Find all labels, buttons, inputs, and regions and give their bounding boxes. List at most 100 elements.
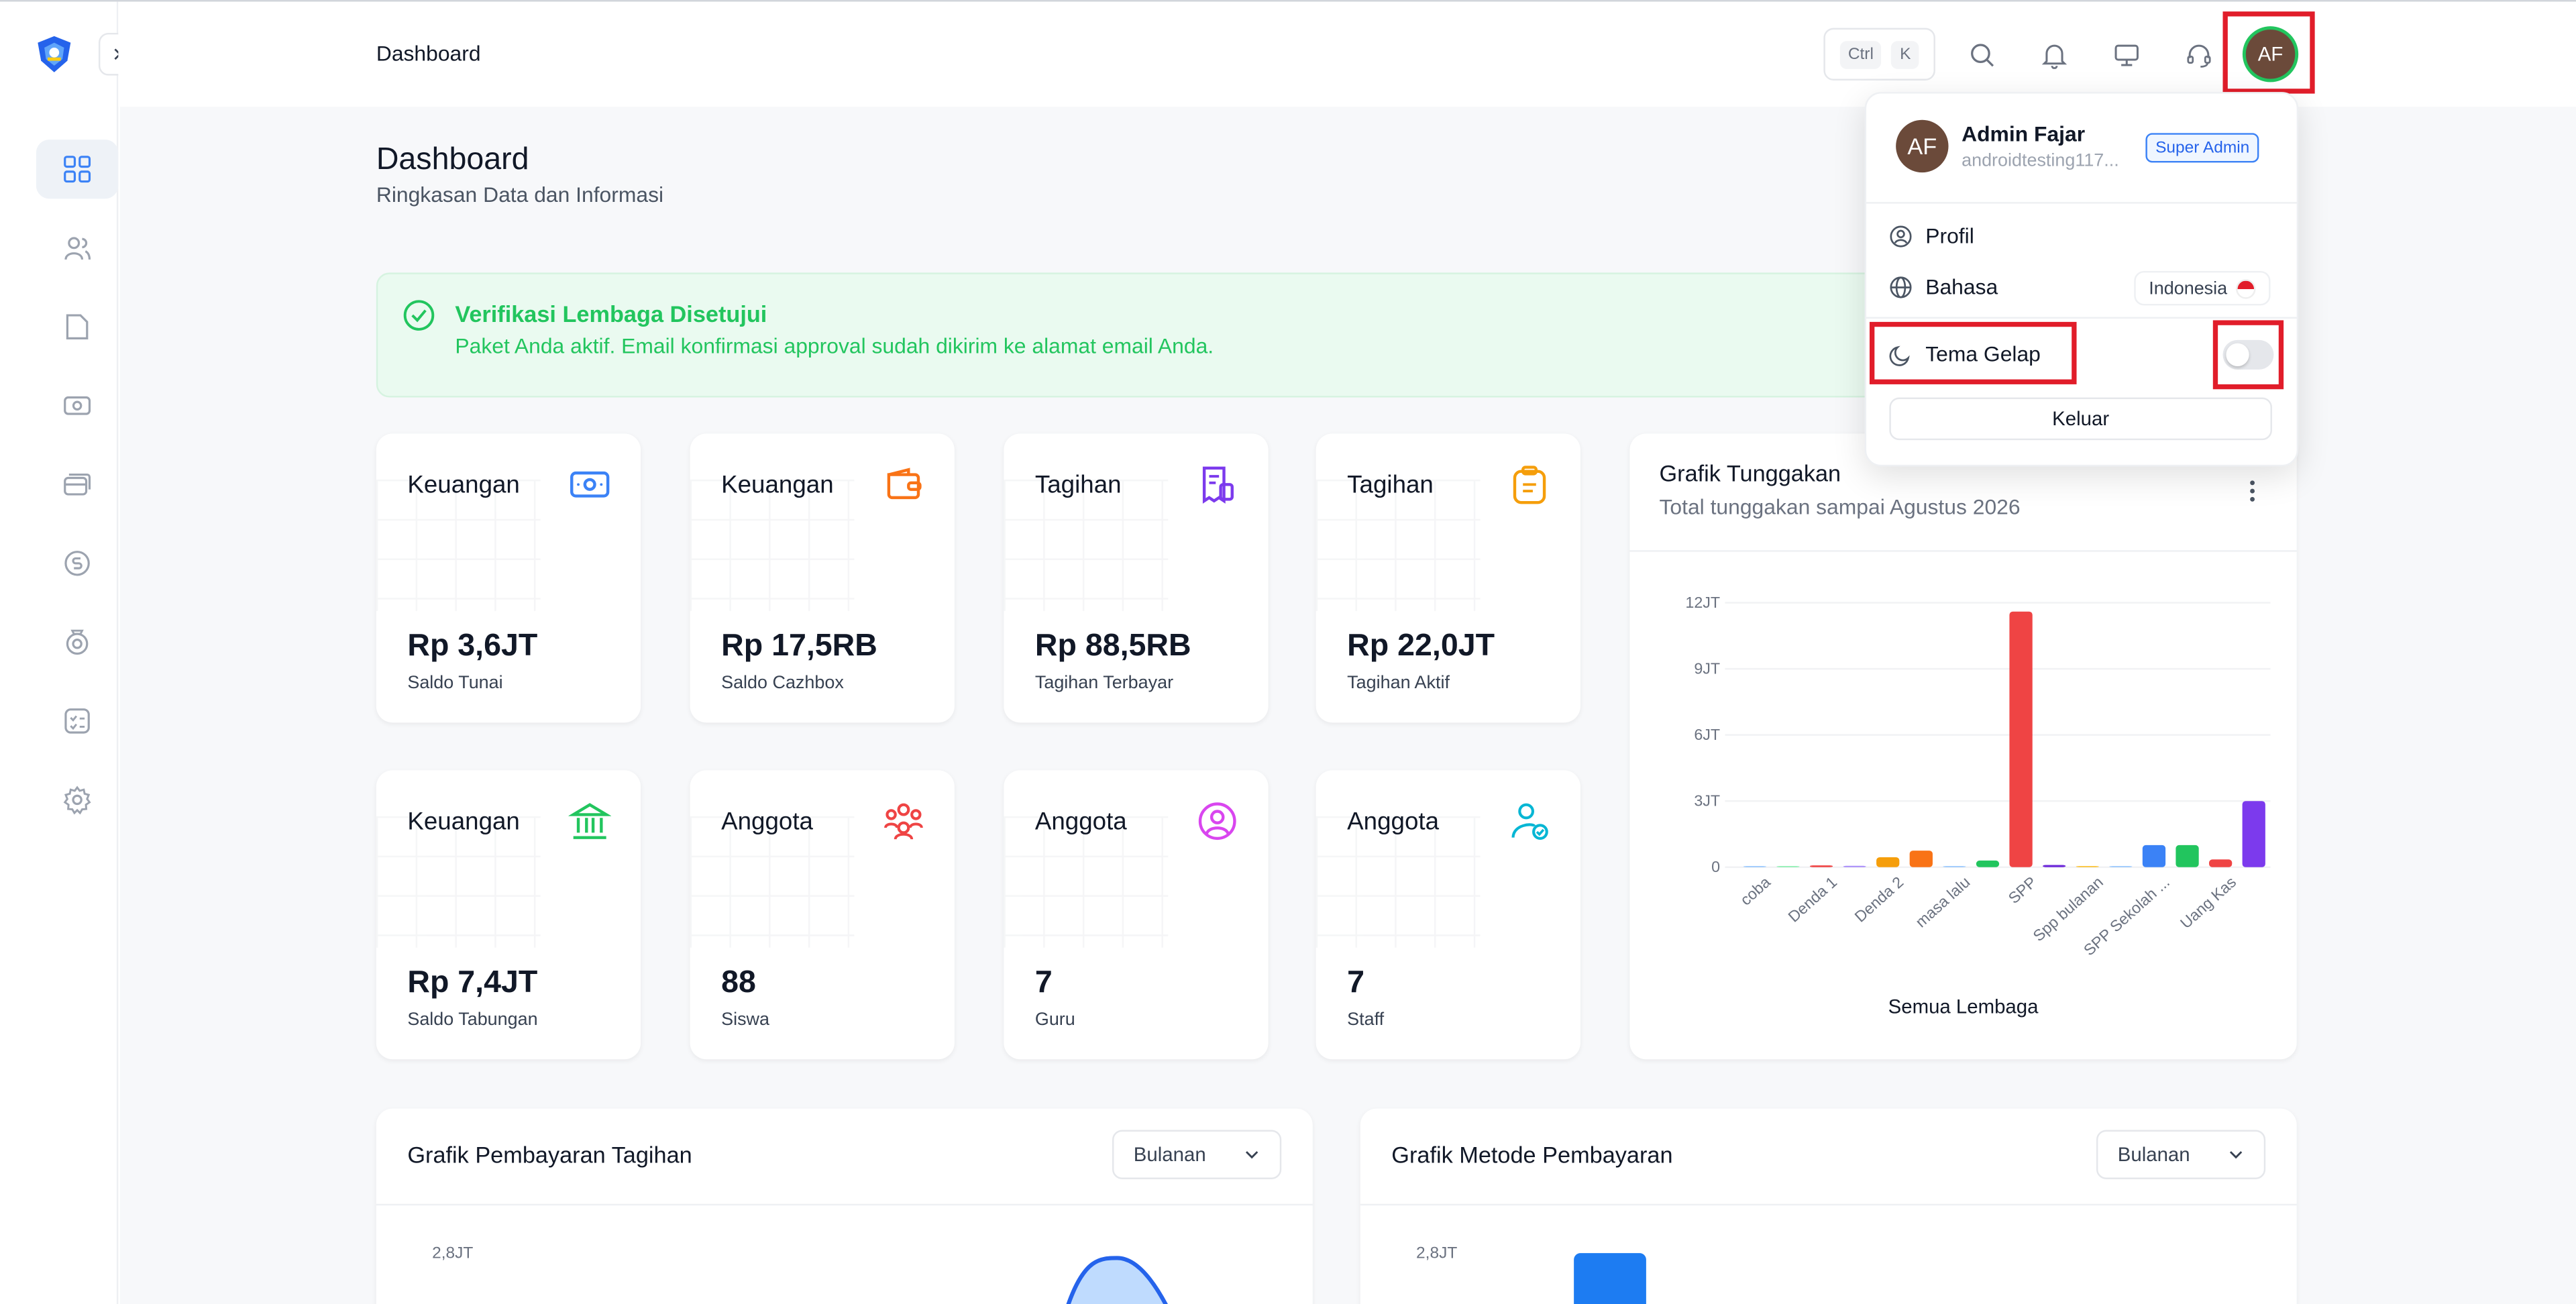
chart-bar [1876, 857, 1900, 867]
stat-card-staff[interactable]: Anggota 7 Staff [1316, 770, 1580, 1060]
page-subtitle: Ringkasan Data dan Informasi [376, 182, 664, 207]
arrears-bar-chart: 0 3JT 6JT 9JT 12JT coba Denda 1 Denda 2 masa lal… [1685, 594, 2271, 1018]
role-badge: Super Admin [2145, 133, 2260, 163]
sidebar-item-finance[interactable] [36, 376, 118, 435]
notifications-button[interactable] [2037, 38, 2070, 70]
y-tick-label: 3JT [1694, 792, 1720, 810]
header-title: Dashboard [376, 41, 481, 66]
x-tick-label: Denda 2 [1851, 873, 1907, 926]
logout-button[interactable]: Keluar [1889, 397, 2272, 441]
chart-bar [2109, 866, 2133, 867]
chart-bar [1976, 860, 2000, 867]
card-label: Anggota [1034, 808, 1127, 836]
x-tick-label: Denda 1 [1784, 873, 1840, 926]
sidebar-item-cards[interactable] [36, 455, 118, 514]
command-search-shortcut[interactable]: Ctrl K [1823, 28, 1935, 80]
card-value: Rp 3,6JT [407, 629, 538, 664]
receipt-icon [1202, 466, 1234, 504]
chart-bar [2208, 859, 2233, 867]
chart-bar [2176, 845, 2199, 867]
bell-icon [2041, 44, 2066, 68]
sidebar-item-billing[interactable] [36, 534, 118, 593]
stat-card-siswa[interactable]: Anggota 88 Siswa [690, 770, 955, 1060]
chart-bar [1776, 866, 1800, 867]
display-button[interactable] [2110, 38, 2143, 70]
card-caption: Saldo Tabungan [407, 1010, 538, 1030]
chart-bar [2009, 611, 2033, 867]
toggle-highlight [2212, 320, 2284, 390]
language-selector[interactable]: Indonesia [2134, 270, 2270, 306]
card-caption: Siswa [721, 1010, 769, 1030]
y-tick-label: 0 [1711, 858, 1720, 875]
stat-card-saldo-tabungan[interactable]: Keuangan Rp 7,4JT Saldo Tabungan [376, 770, 641, 1060]
user-check-icon [1511, 803, 1548, 840]
check-circle-icon [403, 300, 435, 331]
y-tick-label: 9JT [1694, 659, 1720, 677]
methods-period-select[interactable]: Bulanan [2096, 1130, 2266, 1179]
chart-bar [2043, 865, 2066, 867]
y-tick-label: 2,8JT [432, 1244, 474, 1263]
user-circle-icon [1198, 802, 1236, 840]
chart-bar [2142, 845, 2166, 867]
user-circle-icon [1890, 225, 1912, 248]
sidebar-item-tasks[interactable] [36, 692, 118, 751]
search-button[interactable] [1965, 38, 1998, 70]
stat-card-tagihan-aktif[interactable]: Tagihan Rp 22,0JT Tagihan Aktif [1316, 433, 1580, 723]
card-label: Keuangan [721, 471, 834, 500]
methods-bar [1574, 1253, 1646, 1304]
app-logo[interactable] [34, 34, 74, 74]
card-label: Keuangan [407, 471, 520, 500]
user-avatar-button[interactable]: AF [2245, 30, 2296, 79]
dashboard-icon [64, 156, 91, 183]
dropdown-divider [1864, 202, 2299, 204]
stat-card-saldo-cazhbox[interactable]: Keuangan Rp 17,5RB Saldo Cazhbox [690, 433, 955, 723]
menu-item-language-label: Bahasa [1925, 274, 1998, 299]
card-icon [64, 473, 91, 496]
card-value: 7 [1347, 965, 1365, 1001]
language-value: Indonesia [2149, 278, 2228, 298]
more-vertical-icon[interactable] [2238, 476, 2267, 506]
stat-card-tagihan-terbayar[interactable]: Tagihan Rp 88,5RB Tagihan Terbayar [1004, 433, 1269, 723]
y-tick-label: 2,8JT [1416, 1244, 1458, 1263]
stat-card-saldo-tunai[interactable]: Keuangan Rp 3,6JT Saldo Tunai [376, 433, 641, 723]
card-label: Anggota [721, 808, 813, 836]
payments-period-select[interactable]: Bulanan [1112, 1130, 1282, 1179]
checklist-icon [64, 708, 90, 734]
sidebar-item-settings[interactable] [36, 770, 118, 829]
chart-subtitle: Total tunggakan sampai Agustus 2026 [1659, 494, 2021, 519]
card-caption: Staff [1347, 1010, 1385, 1030]
card-value: Rp 22,0JT [1347, 629, 1495, 664]
chart-bar [1909, 851, 1933, 867]
chevron-down-icon [2229, 1151, 2243, 1159]
x-axis-label: Semua Lembaga [1888, 996, 2039, 1018]
k-key: K [1891, 40, 1919, 68]
alert-message: Paket Anda aktif. Email konfirmasi appro… [455, 333, 1214, 358]
headset-icon [2186, 44, 2210, 67]
x-tick-label: coba [1737, 873, 1774, 909]
card-caption: Tagihan Aktif [1347, 673, 1450, 694]
users-icon [64, 237, 91, 260]
chart-divider [1629, 550, 2297, 552]
support-button[interactable] [2182, 38, 2214, 70]
monitor-icon [2114, 44, 2138, 66]
chevron-down-icon [1245, 1151, 1258, 1159]
payments-area-curve [1066, 1256, 1168, 1304]
select-value: Bulanan [2117, 1143, 2190, 1166]
chart-bar [2076, 866, 2099, 867]
sidebar-item-files[interactable] [36, 297, 118, 356]
chart-title: Grafik Tunggakan [1659, 459, 1841, 486]
sidebar-item-dashboard[interactable] [36, 140, 119, 199]
finance-icon [64, 551, 90, 576]
card-value: Rp 17,5RB [721, 629, 877, 664]
stat-card-guru[interactable]: Anggota 7 Guru [1004, 770, 1269, 1060]
x-tick-label: SPP [2005, 873, 2040, 907]
ctrl-key: Ctrl [1839, 40, 1882, 68]
sidebar-item-users[interactable] [36, 219, 118, 278]
y-tick-label: 12JT [1685, 594, 1720, 611]
card-divider [376, 1203, 1313, 1206]
menu-item-profile-label: Profil [1925, 223, 1974, 248]
settings-icon [63, 785, 91, 815]
sidebar-item-savings[interactable] [36, 612, 118, 671]
cash-icon [64, 396, 91, 415]
chart-bar [1843, 865, 1866, 867]
